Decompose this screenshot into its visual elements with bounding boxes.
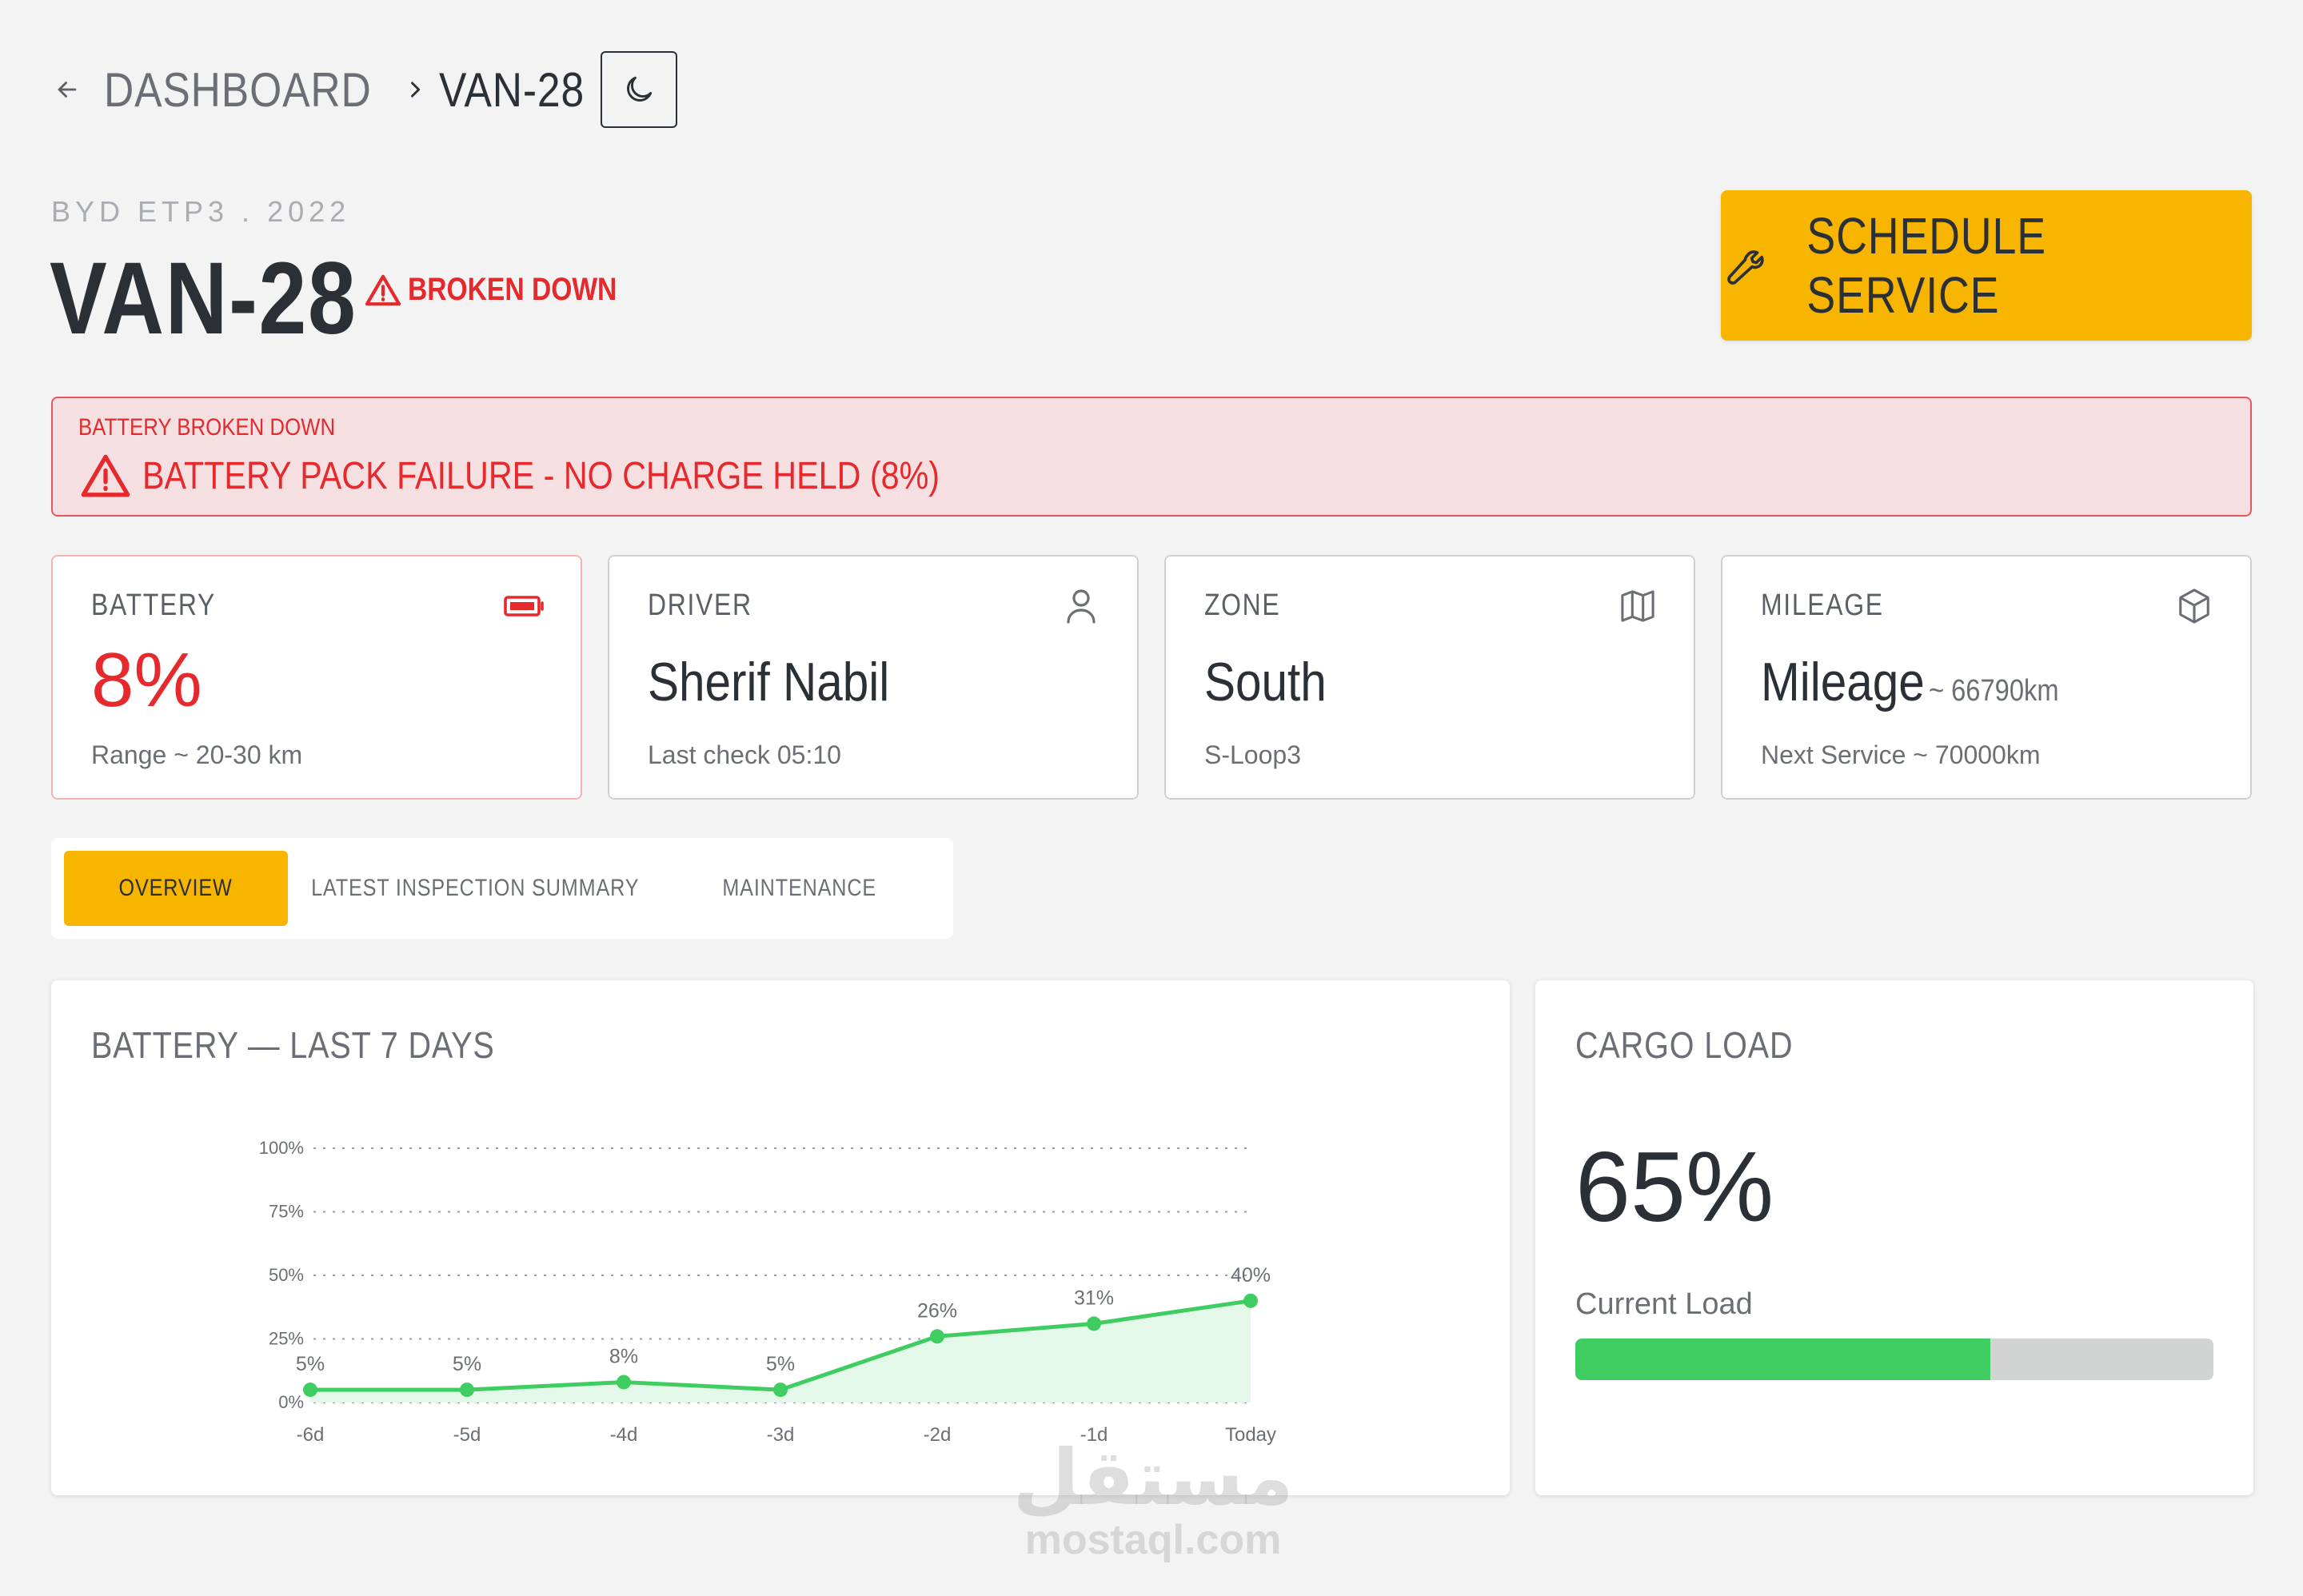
warning-icon: [365, 274, 401, 305]
data-label: 8%: [609, 1346, 638, 1368]
data-label: 5%: [453, 1353, 481, 1375]
current-load-label: Current Load: [1575, 1287, 1753, 1321]
breadcrumb: DASHBOARD VAN-28: [51, 51, 677, 128]
user-icon: [1060, 585, 1102, 627]
driver-card[interactable]: DRIVER Sherif Nabil Last check 05:10: [608, 555, 1139, 800]
data-point: [460, 1383, 474, 1398]
warning-icon: [81, 454, 130, 497]
battery-chart-panel: BATTERY — LAST 7 DAYS 0% 25% 50% 75% 100% 5% -…: [51, 980, 1510, 1495]
tab-latest-inspection-summary[interactable]: LATEST INSPECTION SUMMARY: [307, 851, 643, 926]
battery-range: Range ~ 20-30 km: [91, 740, 303, 769]
driver-last-check: Last check 05:10: [648, 740, 841, 769]
x-tick-label: -2d: [924, 1424, 952, 1446]
x-tick-label: -6d: [297, 1424, 325, 1446]
data-point: [1087, 1316, 1101, 1331]
data-point: [1243, 1293, 1258, 1308]
data-label: 31%: [1074, 1287, 1114, 1309]
next-service: Next Service ~ 70000km: [1761, 740, 2041, 769]
battery-card-label: BATTERY: [91, 589, 217, 622]
data-label: 5%: [296, 1353, 325, 1375]
x-tick-label: -4d: [610, 1424, 638, 1446]
battery-line-chart: 0% 25% 50% 75% 100% 5% -6d 5% -5d 8% -4d 5% -3d 26% -2…: [259, 1138, 1276, 1446]
cargo-load-title: CARGO LOAD: [1575, 1024, 1794, 1066]
battery-value: 8%: [91, 637, 202, 723]
battery-card[interactable]: BATTERY 8% Range ~ 20-30 km: [51, 555, 582, 800]
data-point: [303, 1383, 317, 1398]
alert-message: BATTERY PACK FAILURE - NO CHARGE HELD (8…: [80, 453, 1069, 499]
alert-message-text: BATTERY PACK FAILURE - NO CHARGE HELD (8…: [142, 454, 940, 497]
y-tick-label: 50%: [269, 1265, 304, 1285]
data-point: [773, 1383, 788, 1398]
mileage-card-label: MILEAGE: [1761, 589, 1884, 622]
mileage-value: Mileage ~ 66790km: [1761, 651, 2059, 713]
back-arrow-icon[interactable]: [51, 74, 83, 106]
y-tick-label: 25%: [269, 1329, 304, 1349]
mileage-card[interactable]: MILEAGE Mileage ~ 66790km Next Service ~ …: [1721, 555, 2252, 800]
data-label: 40%: [1231, 1264, 1271, 1287]
data-point: [930, 1329, 944, 1344]
page-title: VAN-28: [50, 241, 357, 356]
wrench-icon: [1727, 250, 1764, 285]
status-badge: BROKEN DOWN: [365, 272, 657, 308]
chevron-right-icon: [399, 74, 431, 106]
data-label: 26%: [917, 1299, 957, 1322]
tab-overview[interactable]: OVERVIEW: [64, 851, 288, 926]
watermark: مستقل mostaql.com: [1009, 1439, 1297, 1564]
watermark-latin: mostaql.com: [1024, 1517, 1282, 1563]
zone-loop: S-Loop3: [1204, 740, 1301, 769]
cargo-load-value: 65%: [1575, 1132, 1774, 1243]
cargo-load-progress: [1575, 1339, 2213, 1380]
mileage-km: ~ 66790km: [1928, 674, 2059, 708]
moon-icon: [626, 76, 652, 102]
y-tick-label: 0%: [278, 1392, 304, 1412]
x-tick-label: -5d: [453, 1424, 481, 1446]
cargo-load-progress-fill: [1575, 1339, 1990, 1380]
schedule-service-label: SCHEDULE SERVICE: [1806, 207, 2046, 324]
tab-maintenance[interactable]: MAINTENANCE: [659, 851, 940, 926]
zone-value: South: [1204, 652, 1327, 712]
x-tick-label: -3d: [767, 1424, 795, 1446]
schedule-service-button[interactable]: SCHEDULE SERVICE: [1721, 190, 2252, 341]
alert-banner: BATTERY BROKEN DOWN BATTERY PACK FAILURE…: [51, 397, 2252, 517]
data-label: 5%: [766, 1353, 795, 1375]
cargo-load-panel: CARGO LOAD 65% Current Load: [1535, 980, 2253, 1495]
map-icon: [1617, 585, 1658, 627]
data-point: [617, 1375, 631, 1390]
y-tick-label: 100%: [259, 1138, 304, 1158]
driver-name: Sherif Nabil: [648, 652, 890, 712]
box-icon: [2173, 585, 2215, 627]
alert-label: BATTERY BROKEN DOWN: [78, 414, 336, 441]
zone-card[interactable]: ZONE South S-Loop3: [1164, 555, 1695, 800]
y-tick-label: 75%: [269, 1202, 304, 1222]
status-text: BROKEN DOWN: [408, 272, 617, 307]
theme-toggle-button[interactable]: [600, 51, 677, 128]
breadcrumb-dashboard-link[interactable]: DASHBOARD: [104, 62, 372, 118]
tab-bar: OVERVIEW LATEST INSPECTION SUMMARY MAINT…: [51, 838, 953, 939]
breadcrumb-current: VAN-28: [439, 62, 585, 117]
mileage-label: Mileage: [1761, 652, 1925, 712]
driver-card-label: DRIVER: [648, 589, 752, 622]
vehicle-model: BYD ETP3 . 2022: [51, 195, 351, 228]
watermark-arabic: مستقل: [1012, 1433, 1294, 1522]
battery-icon: [504, 585, 545, 627]
zone-card-label: ZONE: [1204, 589, 1281, 622]
